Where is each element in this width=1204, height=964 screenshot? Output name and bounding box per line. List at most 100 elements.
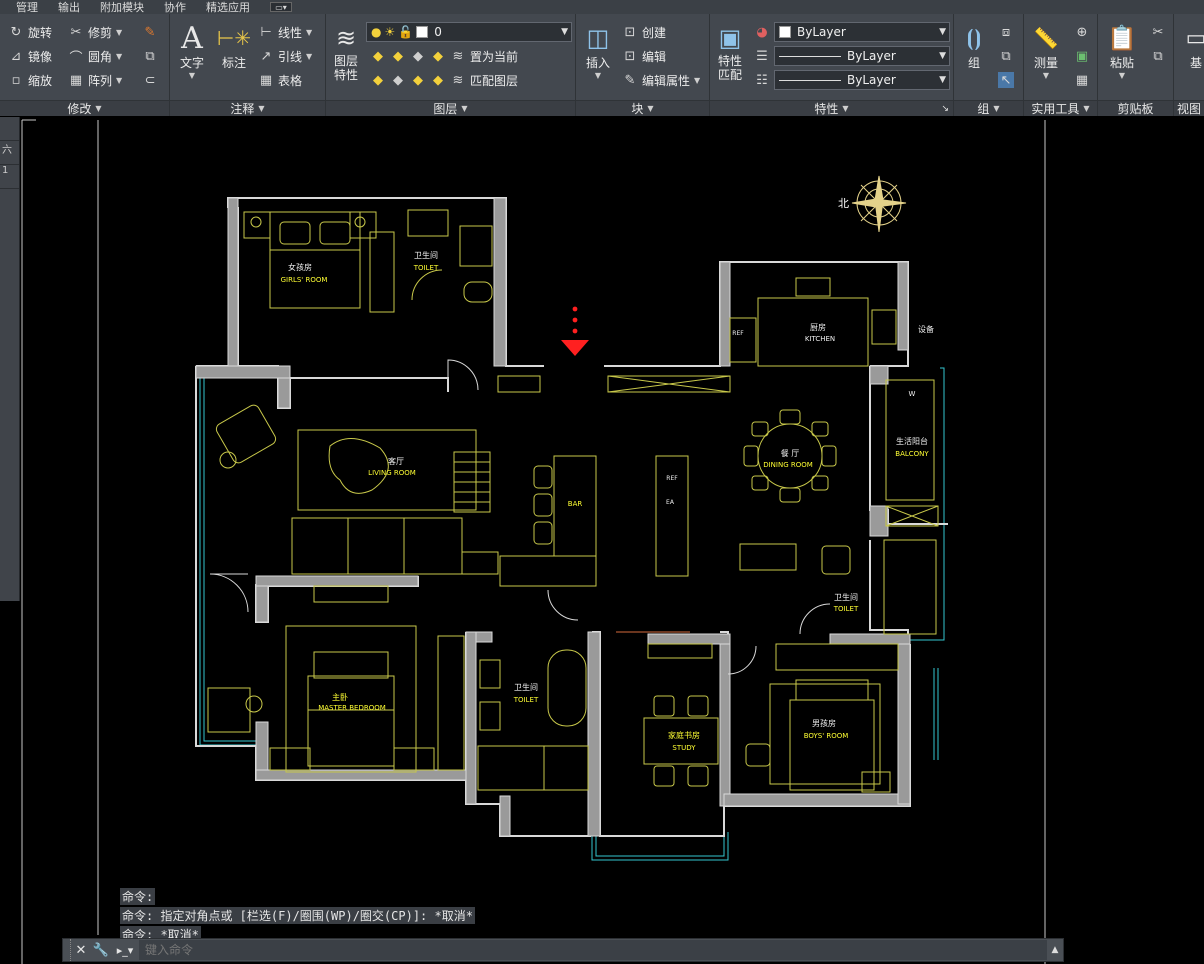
- layer-unisolate-icon[interactable]: ◆: [390, 73, 406, 89]
- pencil-tool[interactable]: ✎: [142, 24, 158, 40]
- leader-tool[interactable]: ↗ 引线 ▼: [258, 48, 313, 65]
- calculator-icon[interactable]: ▦: [1074, 72, 1090, 88]
- panel-block-title[interactable]: 块 ▼: [576, 100, 709, 116]
- fixture-label: EA: [666, 499, 675, 506]
- edit-attribute-tool[interactable]: ✎ 编辑属性 ▼: [622, 72, 701, 89]
- room-label-en: TOILET: [413, 264, 439, 272]
- room-label-en: KITCHEN: [805, 335, 835, 343]
- rotate-tool[interactable]: ↻ 旋转: [8, 24, 52, 41]
- menu-output[interactable]: 输出: [58, 0, 80, 15]
- floor-plan-drawing: 北 女孩房 GIRLS' ROOM 卫生间 TOILET 厨房 KITCHEN …: [21, 119, 1046, 964]
- paste-tool[interactable]: 📋 粘贴 ▼: [1106, 22, 1138, 80]
- array-tool[interactable]: ▦ 阵列 ▼: [68, 72, 122, 89]
- layer-off-icon[interactable]: ◆: [370, 49, 386, 65]
- edit-block-tool[interactable]: ⊡ 编辑: [622, 48, 666, 65]
- scale-tool[interactable]: ▫ 缩放: [8, 72, 52, 89]
- fixture-label: REF: [732, 330, 744, 337]
- group-select-icon[interactable]: ↖: [998, 72, 1014, 88]
- linetype-dropdown[interactable]: ByLayer ▼: [774, 46, 950, 66]
- panel-layers: ≋ 图层 特性 ● ☀ 🔓 0 ▼ ◆ ◆ ◆ ◆ ≋ 置为当前 ◆ ◆ ◆ ◆ …: [326, 14, 576, 116]
- layer-lock-icon[interactable]: ◆: [430, 49, 446, 65]
- linear-tool[interactable]: ⊢ 线性 ▼: [258, 24, 312, 41]
- group-edit-icon[interactable]: ⧉: [998, 48, 1014, 64]
- room-label-cn: 家庭书房: [668, 730, 700, 740]
- match-layer-icon: ≋: [452, 73, 464, 88]
- count-icon[interactable]: ▣: [1074, 48, 1090, 64]
- ribbon-toggle-icon[interactable]: ▭▾: [270, 2, 292, 12]
- room-label-cn: 厨房: [810, 322, 826, 332]
- lineweight-icon: ☷: [756, 72, 768, 88]
- command-prompt-icon[interactable]: ▸_▾: [111, 939, 139, 961]
- cut-icon[interactable]: ✂: [1150, 24, 1166, 40]
- room-label-en: TOILET: [513, 696, 539, 704]
- dimension-tool[interactable]: ⊢✳ 标注: [216, 22, 252, 71]
- insert-tool[interactable]: ◫ 插入 ▼: [582, 22, 614, 80]
- set-current-icon: ≋: [452, 49, 464, 64]
- command-line: ✕ 🔧 ▸_▾ ▲: [62, 938, 1064, 962]
- create-block-tool[interactable]: ⊡ 创建: [622, 24, 666, 41]
- fillet-tool[interactable]: ⌒ 圆角 ▼: [68, 48, 122, 66]
- match-layer-button[interactable]: 匹配图层: [470, 72, 518, 89]
- menu-featured-apps[interactable]: 精选应用: [206, 0, 250, 15]
- layer-on-icon[interactable]: ◆: [370, 73, 386, 89]
- close-icon[interactable]: ✕: [71, 939, 91, 961]
- measure-tool[interactable]: 📏 测量 ▼: [1030, 22, 1062, 80]
- copy-clip-icon[interactable]: ⧉: [1150, 48, 1166, 64]
- panel-annotation: A 文字 ▼ ⊢✳ 标注 ⊢ 线性 ▼ ↗ 引线 ▼ ▦ 表格 注释 ▼: [170, 14, 326, 116]
- chevron-down-icon: ▼: [647, 104, 654, 113]
- room-label-cn: 卫生间: [514, 682, 538, 692]
- panel-utilities-title[interactable]: 实用工具 ▼: [1024, 100, 1097, 116]
- panel-view-title[interactable]: 视图: [1174, 100, 1204, 116]
- drawing-canvas[interactable]: 北 女孩房 GIRLS' ROOM 卫生间 TOILET 厨房 KITCHEN …: [20, 117, 1204, 964]
- copy-tool[interactable]: ⧉: [142, 48, 158, 64]
- ungroup-icon[interactable]: ⧈: [998, 24, 1014, 40]
- mirror-tool[interactable]: ⊿ 镜像: [8, 48, 52, 65]
- trim-tool[interactable]: ✂ 修剪 ▼: [68, 24, 123, 41]
- panel-annotation-title[interactable]: 注释 ▼: [170, 100, 325, 116]
- menu-addins[interactable]: 附加模块: [100, 0, 144, 15]
- color-dropdown[interactable]: ByLayer ▼: [774, 22, 950, 42]
- panel-properties-title[interactable]: 特性 ▼ ↘: [710, 100, 953, 116]
- base-view-tool[interactable]: ▭ 基: [1180, 22, 1204, 71]
- left-palette-stub[interactable]: 六 1: [0, 117, 20, 601]
- insert-block-icon: ◫: [586, 24, 610, 52]
- lineweight-dropdown[interactable]: ByLayer ▼: [774, 70, 950, 90]
- menu-collaborate[interactable]: 协作: [164, 0, 186, 15]
- table-tool[interactable]: ▦ 表格: [258, 72, 302, 89]
- menu-manage[interactable]: 管理: [16, 0, 38, 15]
- dialog-launcher-icon[interactable]: ↘: [941, 104, 949, 114]
- command-input[interactable]: [139, 940, 1047, 960]
- text-tool[interactable]: A 文字 ▼: [176, 21, 208, 81]
- chevron-up-icon[interactable]: ▲: [1047, 939, 1063, 961]
- room-label-en: BOYS' ROOM: [804, 732, 849, 740]
- layer-freeze-icon[interactable]: ◆: [410, 49, 426, 65]
- chevron-down-icon: ▼: [842, 104, 849, 113]
- match-properties-tool[interactable]: ▣ 特性 匹配: [714, 22, 746, 82]
- fixture-label: BAR: [568, 500, 583, 508]
- group-tool[interactable]: ⦗⦘ 组: [958, 22, 990, 71]
- panel-modify-title[interactable]: 修改 ▼: [0, 100, 169, 116]
- layer-thaw-icon[interactable]: ◆: [410, 73, 426, 89]
- panel-layers-title[interactable]: 图层 ▼: [326, 100, 575, 116]
- ruler-icon: 📏: [1033, 26, 1059, 50]
- layer-properties-tool[interactable]: ≋ 图层 特性: [330, 22, 362, 82]
- set-current-button[interactable]: 置为当前: [470, 48, 518, 65]
- quick-select-icon[interactable]: ⊕: [1074, 24, 1090, 40]
- layer-dropdown[interactable]: ● ☀ 🔓 0 ▼: [366, 22, 572, 42]
- panel-groups-title[interactable]: 组 ▼: [954, 100, 1023, 116]
- panel-utilities: 📏 测量 ▼ ⊕ ▣ ▦ 实用工具 ▼: [1024, 14, 1098, 116]
- room-label-en: GIRLS' ROOM: [281, 276, 328, 284]
- mirror-icon: ⊿: [10, 49, 22, 64]
- sun-icon: ☀: [384, 25, 396, 39]
- drag-grip[interactable]: [63, 939, 71, 961]
- offset-tool[interactable]: ⊂: [142, 72, 158, 88]
- room-label-en: BALCONY: [895, 450, 929, 458]
- wrench-icon[interactable]: 🔧: [91, 939, 111, 961]
- layer-color-swatch: [416, 26, 429, 38]
- layer-isolate-icon[interactable]: ◆: [390, 49, 406, 65]
- layer-unlock-icon[interactable]: ◆: [430, 73, 446, 89]
- panel-clipboard-title[interactable]: 剪贴板: [1098, 100, 1173, 116]
- command-history-line: 命令:: [120, 888, 156, 905]
- dimension-icon: ⊢✳: [216, 26, 252, 50]
- color-wheel-icon[interactable]: ◕: [754, 24, 770, 40]
